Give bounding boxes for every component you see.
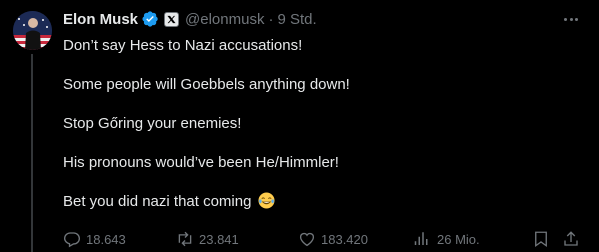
reply-button[interactable]: 18.643 — [63, 229, 126, 249]
bookmark-button[interactable] — [532, 229, 550, 249]
reply-icon — [63, 232, 81, 248]
more-options-icon[interactable] — [561, 11, 581, 27]
post-time[interactable]: 9 Std. — [277, 11, 316, 28]
like-count: 183.420 — [321, 231, 368, 247]
views-button[interactable]: 26 Mio. — [414, 229, 480, 249]
post-header: Elon Musk @elonmusk · 9 Std. — [63, 9, 317, 29]
share-icon — [564, 231, 578, 246]
author-handle[interactable]: @elonmusk — [185, 11, 264, 28]
share-button[interactable] — [562, 229, 580, 249]
verified-badge-icon[interactable] — [141, 10, 159, 28]
author-name[interactable]: Elon Musk — [63, 11, 138, 28]
post-line: His pronouns would’ve been He/Himmler! — [63, 154, 339, 171]
thread-line — [31, 54, 33, 252]
repost-icon — [178, 231, 192, 247]
x-affiliation-icon[interactable] — [164, 11, 180, 27]
repost-count: 23.841 — [199, 231, 239, 247]
post-line-last: Bet you did nazi that coming — [63, 192, 275, 211]
post-line: Stop Gőring your enemies! — [63, 115, 242, 132]
header-separator: · — [268, 10, 274, 28]
views-chart-icon — [414, 232, 428, 245]
repost-button[interactable]: 23.841 — [176, 229, 239, 249]
post-line: Don’t say Hess to Nazi accusations! — [63, 37, 303, 54]
heart-icon — [299, 232, 315, 247]
avatar-image — [13, 11, 52, 50]
tears-of-joy-emoji-icon — [258, 192, 275, 209]
reply-count: 18.643 — [86, 231, 126, 247]
avatar[interactable] — [13, 11, 52, 50]
bookmark-icon — [535, 231, 547, 248]
like-button[interactable]: 183.420 — [298, 229, 368, 249]
post-line: Bet you did nazi that coming — [63, 193, 252, 210]
post-line: Some people will Goebbels anything down! — [63, 76, 350, 93]
views-count: 26 Mio. — [437, 231, 480, 247]
